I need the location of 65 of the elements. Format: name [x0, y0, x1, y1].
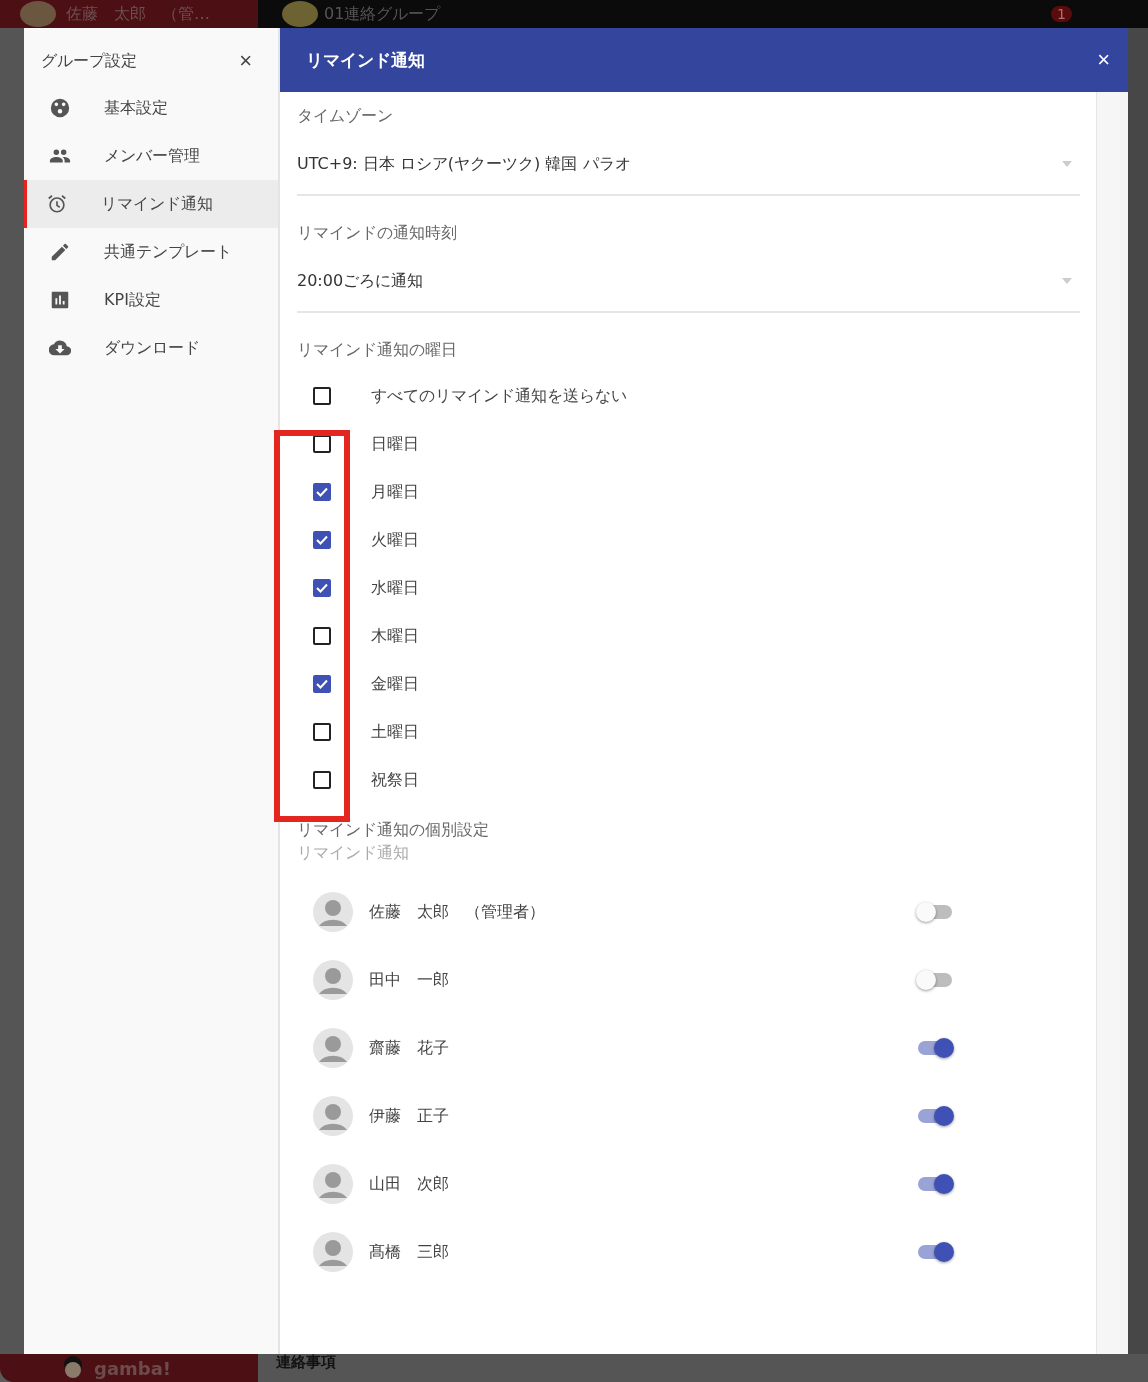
toggle-switch[interactable] — [916, 1172, 956, 1196]
user-name: 佐藤 太郎 （管… — [66, 3, 210, 25]
member-name: 齋藤 花子 — [369, 1037, 450, 1059]
dropdown-caret-icon — [1062, 161, 1072, 167]
checkbox[interactable] — [313, 771, 331, 789]
member-name: 佐藤 太郎 （管理者） — [369, 901, 546, 923]
avatar — [313, 1164, 353, 1204]
field-label: リマインド通知の曜日 — [297, 339, 458, 361]
sidebar-item[interactable]: リマインド通知 — [24, 180, 278, 228]
checkbox-label: 水曜日 — [371, 577, 419, 599]
checkbox[interactable] — [313, 435, 331, 453]
checkbox-label: 月曜日 — [371, 481, 419, 503]
avatar — [313, 1028, 353, 1068]
close-button[interactable]: × — [235, 48, 256, 74]
checkbox[interactable] — [313, 675, 331, 693]
field-label: リマインド通知の個別設定 — [297, 819, 490, 841]
sidebar-item[interactable]: 共通テンプレート — [24, 228, 278, 276]
toggle-switch[interactable] — [916, 1240, 956, 1264]
dialog-title: リマインド通知 — [306, 48, 425, 72]
notification-badge: 1 — [1051, 6, 1072, 22]
sidebar-title: グループ設定 — [41, 50, 137, 72]
checkbox[interactable] — [313, 387, 331, 405]
toggle-switch[interactable] — [916, 1104, 956, 1128]
checkbox-label: 金曜日 — [371, 673, 419, 695]
checkbox-label: すべてのリマインド通知を送らない — [371, 385, 627, 407]
checkbox[interactable] — [313, 531, 331, 549]
member-name: 伊藤 正子 — [369, 1105, 450, 1127]
member-name: 髙橋 三郎 — [369, 1241, 450, 1263]
field-label: タイムゾーン — [297, 105, 394, 127]
avatar — [313, 960, 353, 1000]
checkbox-label: 木曜日 — [371, 625, 419, 647]
time-select[interactable]: 20:00ごろに通知 — [297, 251, 1080, 313]
section-title: 連絡事項 — [276, 1354, 337, 1370]
close-button[interactable]: × — [1093, 47, 1114, 73]
dropdown-caret-icon — [1062, 278, 1072, 284]
scrollbar[interactable] — [1128, 28, 1148, 1354]
member-name: 田中 一郎 — [369, 969, 450, 991]
checkbox-label: 土曜日 — [371, 721, 419, 743]
checkbox[interactable] — [313, 483, 331, 501]
checkbox[interactable] — [313, 579, 331, 597]
group-name: 01連絡グループ — [324, 3, 441, 25]
checkbox-label: 火曜日 — [371, 529, 419, 551]
avatar — [313, 1096, 353, 1136]
alarm-clock-icon — [46, 193, 68, 215]
sidebar-item[interactable]: KPI設定 — [24, 276, 278, 324]
checkbox[interactable] — [313, 723, 331, 741]
group-avatar — [282, 1, 318, 27]
field-label: リマインドの通知時刻 — [297, 222, 458, 244]
bar-chart-icon — [49, 289, 71, 311]
sidebar-item[interactable]: ダウンロード — [24, 324, 278, 372]
pencil-icon — [49, 241, 71, 263]
checkbox-label: 祝祭日 — [371, 769, 419, 791]
palette-icon — [49, 97, 71, 119]
avatar — [313, 892, 353, 932]
sidebar-item[interactable]: メンバー管理 — [24, 132, 278, 180]
checkbox[interactable] — [313, 627, 331, 645]
section-subtitle: リマインド通知 — [297, 843, 410, 864]
avatar — [313, 1232, 353, 1272]
member-name: 山田 次郎 — [369, 1173, 450, 1195]
toggle-switch[interactable] — [916, 1036, 956, 1060]
sidebar-item[interactable]: 基本設定 — [24, 84, 278, 132]
avatar — [20, 1, 56, 27]
checkbox-label: 日曜日 — [371, 433, 419, 455]
timezone-select[interactable]: UTC+9: 日本 ロシア(ヤクーツク) 韓国 パラオ — [297, 134, 1080, 196]
logo-text: gamba! — [94, 1357, 172, 1379]
